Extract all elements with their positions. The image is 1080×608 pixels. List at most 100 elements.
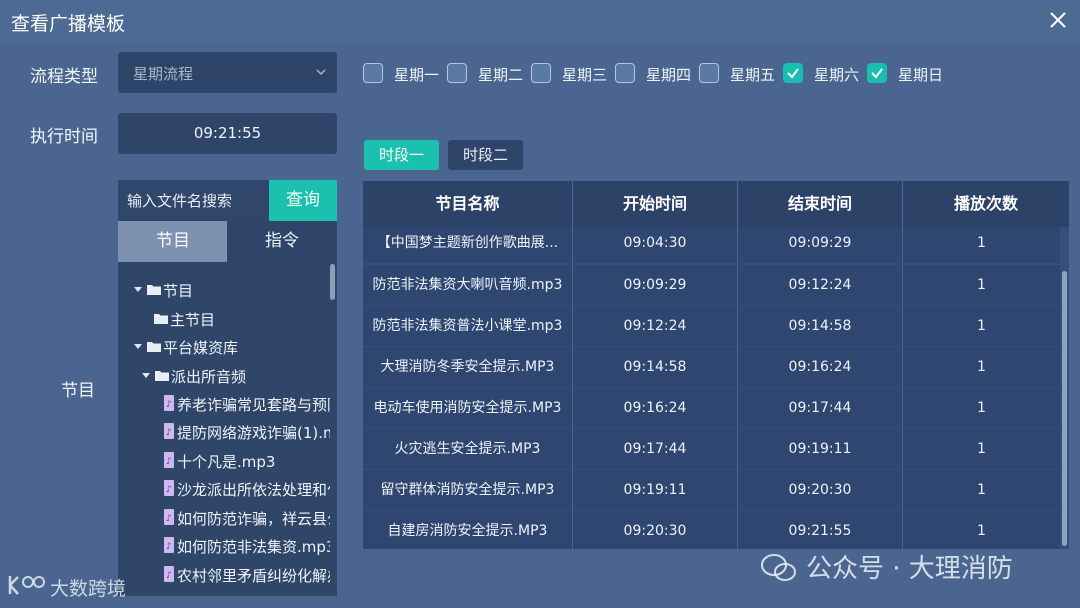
table-row[interactable]: 留守群体消防安全提示.MP3 09:19:11 09:20:30 1	[363, 470, 1060, 510]
svg-text:♪: ♪	[166, 514, 172, 524]
media-tree: 节目 主节目 平台媒资库 派出所音频 ♪ 养老诈骗常见套路与预防. ♪ 提防网络…	[118, 262, 337, 596]
table-row[interactable]: 【中国梦主题新创作歌曲展... 09:04:30 09:09:29 1	[363, 227, 1060, 263]
checkbox-icon	[447, 63, 467, 83]
tree-item[interactable]: ♪ 十个凡是.mp3	[164, 450, 330, 474]
caret-down-icon	[142, 373, 150, 378]
cell-name: 电动车使用消防安全提示.MP3	[373, 400, 562, 416]
table-row[interactable]: 大理消防冬季安全提示.MP3 09:14:58 09:16:24 1	[363, 347, 1060, 387]
chevron-down-icon	[316, 69, 326, 76]
query-button[interactable]: 查询	[269, 180, 337, 221]
checkbox-icon	[615, 63, 635, 83]
exec-time-field[interactable]: 09:21:55	[118, 113, 337, 154]
cell-count: 1	[977, 359, 986, 375]
cell-count: 1	[977, 277, 986, 293]
exec-time-value: 09:21:55	[193, 124, 262, 142]
tree-item[interactable]: ♪ 如何防范非法集资.mp3	[164, 535, 330, 559]
table-scrollbar[interactable]	[1062, 271, 1067, 546]
tree-item-label: 农村邻里矛盾纠纷化解办法	[177, 567, 330, 585]
weekday-label: 星期六	[814, 66, 860, 84]
svg-text:♪: ♪	[166, 400, 172, 410]
cell-name: 留守群体消防安全提示.MP3	[380, 482, 555, 498]
tree-item-label: 养老诈骗常见套路与预防.	[177, 396, 330, 414]
tree-item-label: 提防网络游戏诈骗(1).mp3	[177, 424, 330, 442]
cell-count: 1	[977, 523, 986, 539]
table-header: 节目名称 开始时间 结束时间 播放次数	[363, 181, 1069, 227]
wechat-icon	[761, 554, 796, 581]
audio-file-icon: ♪	[164, 509, 174, 525]
tree-item[interactable]: ♪ 如何防范诈骗，祥云县公安	[164, 507, 330, 531]
svg-text:♪: ♪	[166, 571, 172, 581]
cell-end: 09:14:58	[788, 318, 852, 334]
tree-item[interactable]: ♪ 农村邻里矛盾纠纷化解办法	[164, 564, 330, 588]
tab-period-1[interactable]: 时段一	[364, 140, 439, 170]
table-row[interactable]: 火灾逃生安全提示.MP3 09:17:44 09:19:11 1	[363, 429, 1060, 469]
checkbox-icon	[363, 63, 383, 83]
tree-item[interactable]: ♪ 提防网络游戏诈骗(1).mp3	[164, 421, 330, 445]
weekday-label: 星期四	[646, 66, 692, 84]
table-row[interactable]: 电动车使用消防安全提示.MP3 09:16:24 09:17:44 1	[363, 388, 1060, 428]
tree-item-label: 主节目	[170, 311, 216, 329]
cell-end: 09:20:30	[788, 482, 852, 498]
flow-type-label: 流程类型	[30, 67, 98, 87]
cell-name: 大理消防冬季安全提示.MP3	[380, 359, 555, 375]
tree-item-label: 节目	[163, 282, 194, 300]
cell-start: 09:17:44	[623, 441, 687, 457]
title-bar: 查看广播模板	[0, 0, 1080, 44]
flow-type-select[interactable]: 星期流程	[118, 52, 337, 93]
table-row[interactable]: 防范非法集资普法小课堂.mp3 09:12:24 09:14:58 1	[363, 306, 1060, 346]
caret-down-icon	[134, 344, 142, 349]
svg-text:♪: ♪	[166, 485, 172, 495]
cell-end: 09:16:24	[788, 359, 852, 375]
tab-commands[interactable]: 指令	[227, 221, 337, 262]
audio-file-icon: ♪	[164, 395, 174, 411]
weekday-label: 星期一	[394, 66, 440, 84]
tree-item-label: 如何防范诈骗，祥云县公安	[177, 510, 330, 528]
cell-start: 09:16:24	[623, 400, 687, 416]
audio-file-icon: ♪	[164, 537, 174, 553]
cell-name: 防范非法集资普法小课堂.mp3	[372, 318, 563, 334]
folder-icon	[154, 314, 168, 324]
svg-text:♪: ♪	[166, 457, 172, 467]
weekday-label: 星期三	[562, 66, 608, 84]
audio-file-icon: ♪	[164, 452, 174, 468]
svg-text:♪: ♪	[166, 542, 172, 552]
cell-name: 自建房消防安全提示.MP3	[387, 523, 548, 539]
cell-end: 09:19:11	[788, 441, 852, 457]
program-label: 节目	[61, 381, 95, 401]
watermark-right: 公众号 · 大理消防	[806, 554, 1013, 584]
column-header[interactable]: 播放次数	[903, 181, 1069, 227]
tree-item-label: 十个凡是.mp3	[177, 453, 276, 471]
cell-end: 09:21:55	[788, 523, 852, 539]
exec-time-label: 执行时间	[30, 127, 98, 147]
column-header[interactable]: 结束时间	[738, 181, 902, 227]
cell-name: 火灾逃生安全提示.MP3	[394, 441, 541, 457]
tree-scrollbar[interactable]	[330, 264, 335, 300]
cell-end: 09:12:24	[788, 277, 852, 293]
column-header[interactable]: 开始时间	[573, 181, 737, 227]
tree-item[interactable]: ♪ 养老诈骗常见套路与预防.	[164, 393, 330, 417]
column-header[interactable]: 节目名称	[363, 181, 572, 227]
table-row[interactable]: 自建房消防安全提示.MP3 09:20:30 09:21:55 1	[363, 511, 1060, 551]
checkmark-icon	[783, 63, 803, 83]
tree-item-label: 派出所音频	[171, 368, 247, 386]
cell-start: 09:19:11	[623, 482, 687, 498]
checkbox-icon	[531, 63, 551, 83]
audio-file-icon: ♪	[164, 423, 174, 439]
weekday-label: 星期日	[898, 66, 944, 84]
table-row[interactable]: 防范非法集资大喇叭音频.mp3 09:09:29 09:12:24 1	[363, 265, 1060, 305]
tree-item-label: 平台媒资库	[163, 339, 239, 357]
caret-down-icon	[134, 287, 142, 292]
close-icon[interactable]	[1044, 6, 1072, 34]
tab-programs[interactable]: 节目	[118, 221, 228, 262]
schedule-table: 节目名称 开始时间 结束时间 播放次数 【中国梦主题新创作歌曲展... 09:0…	[363, 181, 1069, 551]
weekday-label: 星期五	[730, 66, 776, 84]
cell-count: 1	[977, 318, 986, 334]
tree-item-label: 如何防范非法集资.mp3	[177, 538, 330, 556]
tab-period-2[interactable]: 时段二	[448, 140, 523, 170]
search-input[interactable]	[118, 180, 269, 221]
cell-start: 09:09:29	[623, 277, 687, 293]
folder-icon	[155, 371, 169, 381]
checkmark-icon	[867, 63, 887, 83]
checkbox-icon	[699, 63, 719, 83]
tree-item[interactable]: ♪ 沙龙派出所依法处理和化解	[164, 478, 330, 502]
